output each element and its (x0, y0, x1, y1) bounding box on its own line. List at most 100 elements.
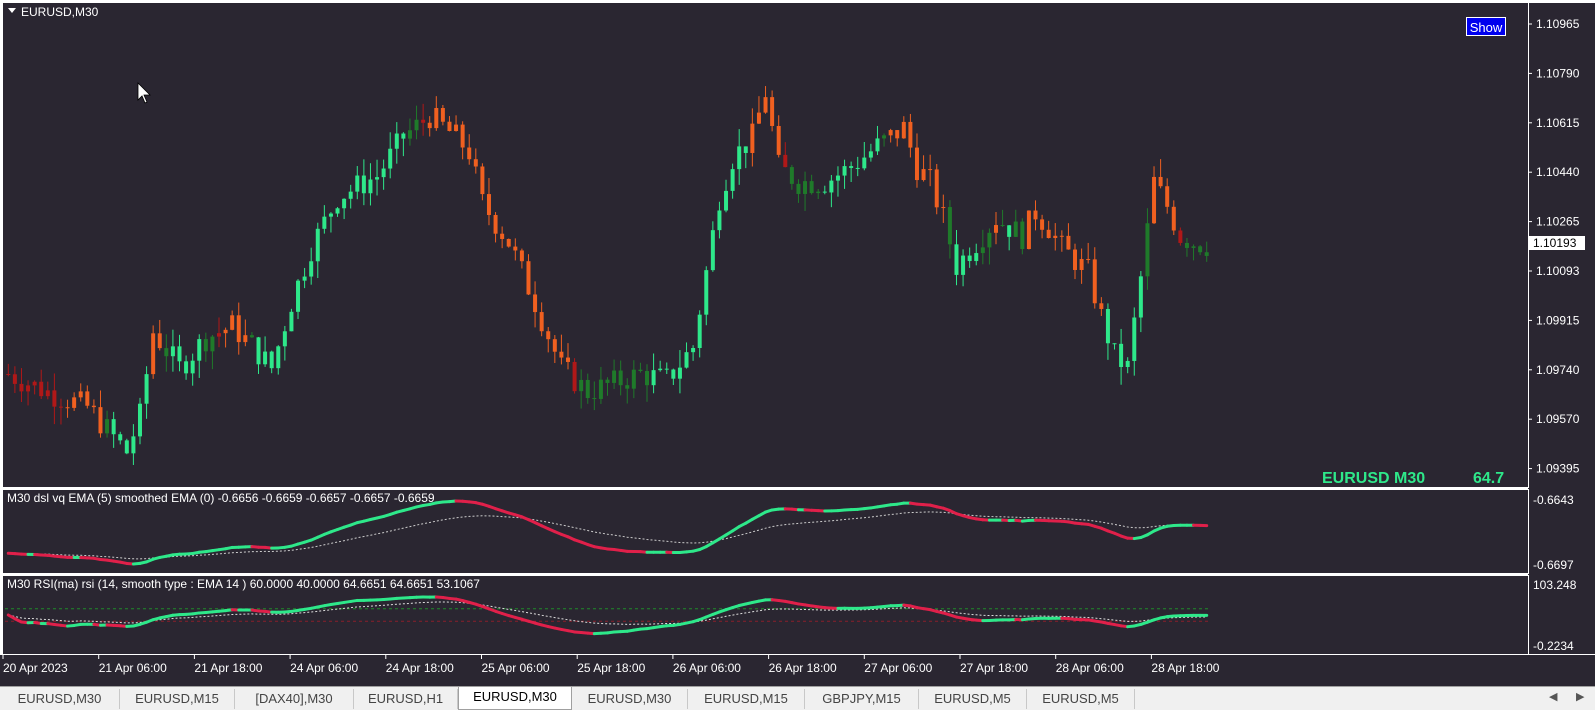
time-label: 28 Apr 18:00 (1151, 661, 1219, 675)
candle-body (72, 397, 76, 408)
tab-eurusd-m30[interactable]: EURUSD,M30 (0, 689, 120, 709)
candle-body (316, 229, 320, 261)
candle-body (619, 371, 623, 386)
indicator1-scale-bottom: -0.6697 (1533, 558, 1574, 572)
price-label: 1.10790 (1536, 66, 1580, 80)
candle-body (987, 233, 991, 248)
candle-body (79, 391, 83, 397)
candle-body (263, 352, 267, 365)
candle-body (1001, 225, 1005, 226)
time-label: 24 Apr 06:00 (290, 661, 358, 675)
candle-body (507, 239, 511, 247)
price-label: 1.10265 (1536, 215, 1580, 229)
time-label: 24 Apr 18:00 (386, 661, 454, 675)
time-label: 25 Apr 06:00 (482, 661, 550, 675)
tab-eurusd-m30[interactable]: EURUSD,M30 (572, 689, 688, 709)
show-button[interactable]: Show (1466, 17, 1506, 36)
candle-body (533, 294, 537, 312)
candle-body (210, 337, 214, 352)
candle-body (994, 225, 998, 233)
chart-tab-bar: EURUSD,M30EURUSD,M15[DAX40],M30EURUSD,H1… (0, 686, 1595, 709)
chart-canvas[interactable]: EURUSD,M30 1.109651.107901.106151.104401… (0, 0, 1595, 686)
tab-eurusd-m5[interactable]: EURUSD,M5 (1027, 689, 1135, 709)
candle-body (724, 191, 728, 211)
candle-body (948, 207, 952, 244)
candle-body (487, 194, 491, 215)
scroll-left-icon[interactable]: ◀ (1549, 690, 1557, 703)
candle-body (454, 125, 458, 131)
candle-body (553, 339, 557, 352)
candle-body (665, 369, 669, 370)
tab-eurusd-m30[interactable]: EURUSD,M30 (458, 687, 572, 710)
candle-body (671, 370, 675, 379)
candle-body (902, 122, 906, 138)
candle-body (869, 151, 873, 157)
candle-body (770, 97, 774, 126)
price-label: 1.09915 (1536, 313, 1580, 327)
candle-body (474, 159, 478, 166)
candle-body (540, 312, 544, 331)
candle-body (691, 348, 695, 352)
candle-body (935, 169, 939, 207)
candle-body (573, 362, 577, 391)
indicator2-scale-bottom: -0.2234 (1533, 639, 1574, 653)
price-label: 1.10615 (1536, 116, 1580, 130)
candle-body (500, 234, 504, 239)
candle-body (1126, 361, 1130, 367)
candle-body (757, 113, 761, 124)
candle-body (816, 192, 820, 193)
price-label: 1.10440 (1536, 165, 1580, 179)
candle-body (1205, 252, 1209, 256)
indicator1-title: M30 dsl vq EMA (5) smoothed EMA (0) -0.6… (7, 491, 435, 505)
candle-body (224, 330, 228, 333)
candle-body (843, 166, 847, 175)
candle-body (349, 192, 353, 199)
candle-body (461, 125, 465, 148)
candle-body (526, 261, 530, 294)
candle-body (230, 315, 234, 330)
candle-body (717, 210, 721, 230)
time-label: 27 Apr 18:00 (960, 661, 1028, 675)
candle-body (750, 124, 754, 153)
candle-body (1053, 236, 1057, 238)
tab-gbpjpy-m15[interactable]: GBPJPY,M15 (805, 689, 919, 709)
candle-body (158, 333, 162, 348)
candle-body (428, 123, 432, 128)
candle-body (408, 130, 412, 138)
indicator2-title: M30 RSI(ma) rsi (14, smooth type : EMA 1… (7, 577, 480, 591)
tab--dax40-m30[interactable]: [DAX40],M30 (235, 689, 354, 709)
candle-body (889, 130, 893, 135)
candle-body (388, 149, 392, 169)
chart-symbol-title: EURUSD,M30 (21, 5, 99, 19)
tab-eurusd-m15[interactable]: EURUSD,M15 (120, 689, 235, 709)
chart-window[interactable]: EURUSD,M30 1.109651.107901.106151.104401… (0, 0, 1595, 686)
candle-body (836, 176, 840, 181)
tab-eurusd-h1[interactable]: EURUSD,H1 (354, 689, 458, 709)
candle-body (908, 122, 912, 148)
scroll-right-icon[interactable]: ▶ (1576, 690, 1584, 703)
candle-body (1099, 303, 1103, 309)
candle-body (882, 135, 886, 138)
candle-body (961, 256, 965, 275)
candle-body (968, 256, 972, 261)
watermark-pair: EURUSD M30 (1322, 470, 1425, 487)
candle-body (645, 371, 649, 385)
candle-body (941, 207, 945, 208)
candle-body (92, 406, 96, 407)
candle-body (105, 419, 109, 433)
candle-body (6, 374, 10, 375)
candle-body (592, 398, 596, 399)
candle-body (777, 126, 781, 155)
candle-body (362, 176, 366, 194)
candle-body (204, 339, 208, 351)
candle-body (823, 192, 827, 193)
candle-body (1145, 223, 1149, 276)
candle-body (303, 277, 307, 281)
candle-body (112, 419, 116, 434)
tab-eurusd-m15[interactable]: EURUSD,M15 (688, 689, 805, 709)
candle-body (704, 270, 708, 315)
candle-body (494, 215, 498, 234)
candle-body (856, 168, 860, 169)
tab-eurusd-m5[interactable]: EURUSD,M5 (919, 689, 1027, 709)
candle-body (296, 281, 300, 312)
